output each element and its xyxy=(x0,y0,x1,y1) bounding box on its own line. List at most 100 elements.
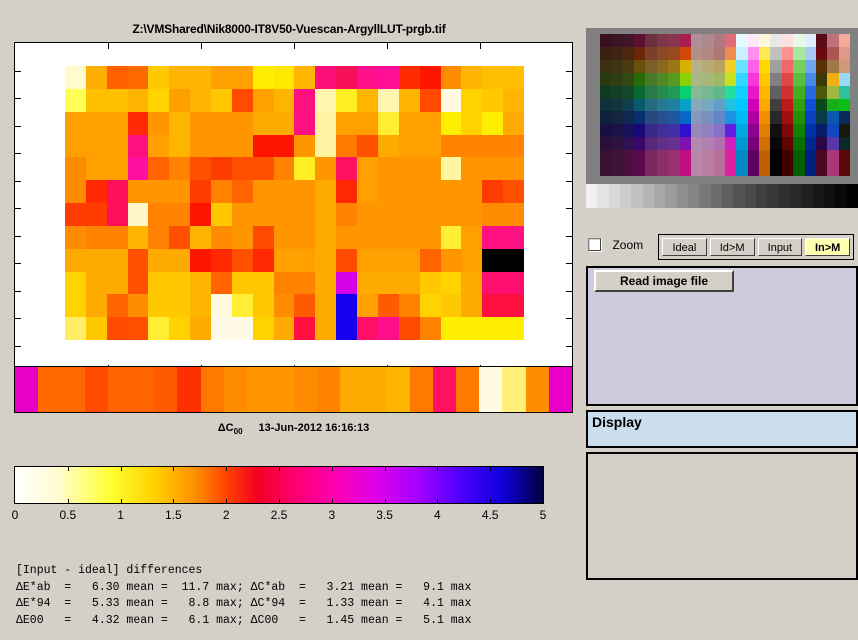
heatmap-cell[interactable] xyxy=(482,134,504,158)
heatmap-cell[interactable] xyxy=(169,271,191,295)
heatmap-cell[interactable] xyxy=(398,157,420,181)
heatmap-cell[interactable] xyxy=(336,134,358,158)
heatmap-cell[interactable] xyxy=(65,111,86,135)
heatmap-cell[interactable] xyxy=(440,157,462,181)
heatmap-cell[interactable] xyxy=(315,180,337,203)
heatmap-cell[interactable] xyxy=(273,157,295,181)
heatmap-cell[interactable] xyxy=(440,88,462,112)
heatmap-cell[interactable] xyxy=(85,66,107,89)
heatmap-cell[interactable] xyxy=(127,248,149,272)
heatmap-cell[interactable] xyxy=(106,66,128,89)
heatmap-cell[interactable] xyxy=(315,271,337,295)
heatmap-cell[interactable] xyxy=(419,88,441,112)
heatmap-cell[interactable] xyxy=(169,248,191,272)
heatmap-cell[interactable] xyxy=(482,271,504,295)
heatmap-cell[interactable] xyxy=(231,111,253,135)
heatmap-cell[interactable] xyxy=(252,271,274,295)
heatmap-cell[interactable] xyxy=(398,225,420,249)
heatmap-cell[interactable] xyxy=(231,317,253,340)
heatmap-cell[interactable] xyxy=(273,88,295,112)
heatmap-cell[interactable] xyxy=(419,134,441,158)
heatmap-cell[interactable] xyxy=(294,248,316,272)
heatmap-cell[interactable] xyxy=(357,317,378,340)
heatmap-cell[interactable] xyxy=(294,111,316,135)
heatmap-cell[interactable] xyxy=(377,88,399,112)
heatmap-cell[interactable] xyxy=(398,88,420,112)
heatmap-cell[interactable] xyxy=(336,225,358,249)
heatmap-cell[interactable] xyxy=(440,111,462,135)
heatmap-cell[interactable] xyxy=(377,248,399,272)
heatmap-cell[interactable] xyxy=(169,225,191,249)
heatmap-cell[interactable] xyxy=(127,180,149,203)
heatmap-cell[interactable] xyxy=(106,225,128,249)
heatmap-cell[interactable] xyxy=(336,271,358,295)
heatmap-cell[interactable] xyxy=(419,157,441,181)
heatmap-cell[interactable] xyxy=(85,225,107,249)
heatmap-cell[interactable] xyxy=(231,203,253,226)
strip-cell[interactable] xyxy=(386,367,410,412)
heatmap-cell[interactable] xyxy=(65,271,86,295)
heatmap-cell[interactable] xyxy=(336,111,358,135)
heatmap-cell[interactable] xyxy=(315,111,337,135)
heatmap-cell[interactable] xyxy=(211,134,232,158)
heatmap-cell[interactable] xyxy=(148,66,170,89)
heatmap-cell[interactable] xyxy=(106,134,128,158)
strip-cell[interactable] xyxy=(363,367,387,412)
heatmap-cell[interactable] xyxy=(65,66,86,89)
heatmap-cell[interactable] xyxy=(377,157,399,181)
heatmap-cell[interactable] xyxy=(357,294,378,318)
heatmap-cell[interactable] xyxy=(398,134,420,158)
heatmap-cell[interactable] xyxy=(315,157,337,181)
strip-cell[interactable] xyxy=(223,367,248,412)
heatmap-cell[interactable] xyxy=(377,271,399,295)
heatmap-cell[interactable] xyxy=(440,317,462,340)
heatmap-cell[interactable] xyxy=(461,88,483,112)
heatmap-cell[interactable] xyxy=(357,248,378,272)
heatmap-cell[interactable] xyxy=(461,157,483,181)
strip-cell[interactable] xyxy=(270,367,294,412)
heatmap-cell[interactable] xyxy=(357,271,378,295)
heatmap-cell[interactable] xyxy=(190,157,212,181)
heatmap-cell[interactable] xyxy=(148,88,170,112)
heatmap-cell[interactable] xyxy=(419,203,441,226)
heatmap-cell[interactable] xyxy=(169,317,191,340)
heatmap-cell[interactable] xyxy=(169,111,191,135)
heatmap-cell[interactable] xyxy=(357,180,378,203)
heatmap-cell[interactable] xyxy=(336,66,358,89)
heatmap-cell[interactable] xyxy=(231,180,253,203)
heatmap-cell[interactable] xyxy=(65,88,86,112)
heatmap-cell[interactable] xyxy=(440,248,462,272)
heatmap-cell[interactable] xyxy=(315,88,337,112)
heatmap-cell[interactable] xyxy=(85,203,107,226)
heatmap-cell[interactable] xyxy=(294,180,316,203)
heatmap-cell[interactable] xyxy=(252,180,274,203)
strip-cell[interactable] xyxy=(84,367,108,412)
heatmap-cell[interactable] xyxy=(231,271,253,295)
heatmap-cell[interactable] xyxy=(211,317,232,340)
strip-axes[interactable] xyxy=(14,366,573,413)
heatmap-cell[interactable] xyxy=(252,294,274,318)
strip-cell[interactable] xyxy=(200,367,224,412)
heatmap-cell[interactable] xyxy=(127,294,149,318)
heatmap-cell[interactable] xyxy=(357,111,378,135)
heatmap-cell[interactable] xyxy=(273,134,295,158)
strip-cell[interactable] xyxy=(131,367,155,412)
heatmap-cell[interactable] xyxy=(503,203,524,226)
heatmap-cell[interactable] xyxy=(211,225,232,249)
heatmap-cell[interactable] xyxy=(211,271,232,295)
heatmap-cell[interactable] xyxy=(169,157,191,181)
heatmap-axes[interactable] xyxy=(14,42,573,372)
heatmap-cell[interactable] xyxy=(106,203,128,226)
heatmap-cell[interactable] xyxy=(190,111,212,135)
heatmap-cell[interactable] xyxy=(336,180,358,203)
heatmap-cell[interactable] xyxy=(294,294,316,318)
heatmap-cell[interactable] xyxy=(65,180,86,203)
heatmap-cell[interactable] xyxy=(127,157,149,181)
heatmap-cell[interactable] xyxy=(461,225,483,249)
heatmap-cell[interactable] xyxy=(231,248,253,272)
strip-cell[interactable] xyxy=(548,367,572,412)
heatmap-cell[interactable] xyxy=(461,111,483,135)
view-button-id-m[interactable]: Id>M xyxy=(709,238,755,256)
heatmap-cell[interactable] xyxy=(252,88,274,112)
heatmap-cell[interactable] xyxy=(482,225,504,249)
